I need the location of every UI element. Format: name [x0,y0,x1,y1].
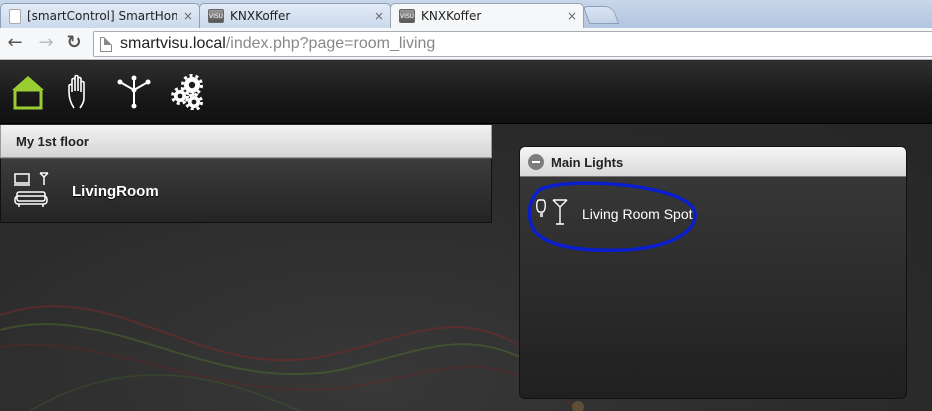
panel-header[interactable]: Main Lights [520,147,906,177]
app-content: My 1st floor LivingRoom Main Lights Livi… [0,125,932,411]
address-bar[interactable]: smartvisu.local/index.php?page=room_livi… [93,31,932,57]
home-icon[interactable] [10,74,46,110]
page-icon [100,37,112,52]
back-button[interactable]: ← [4,32,26,54]
document-icon [9,8,21,24]
tab-title: KNXKoffer [230,9,291,23]
tab-close-icon[interactable]: × [567,9,577,23]
reload-button[interactable]: ↻ [63,32,85,54]
panel-title: Main Lights [551,155,624,170]
tab-close-icon[interactable]: × [183,9,193,23]
collapse-icon[interactable] [528,154,544,170]
hand-icon[interactable] [64,74,100,110]
url-path: /index.php?page=room_living [225,35,436,52]
favicon-text: VISU [208,12,224,20]
floor-header: My 1st floor [0,125,492,158]
favicon-text: VISU [399,12,415,20]
url-host: smartvisu.local [120,35,226,52]
browser-tab-knxkoffer-1[interactable]: VISU KNXKoffer × [199,3,391,28]
room-name: LivingRoom [72,183,159,200]
smartvisu-icon: VISU [399,9,415,23]
url-text: smartvisu.local/index.php?page=room_livi… [120,35,435,53]
browser-tab-smartcontrol[interactable]: [smartControl] SmartHom × [0,3,200,28]
app-header [0,61,932,124]
browser-toolbar: ← → ↻ smartvisu.local/index.php?page=roo… [0,28,932,60]
blurred-taskbar-text [630,8,633,18]
room-list-item-livingroom[interactable]: LivingRoom [0,158,492,223]
gears-icon[interactable] [170,74,206,110]
annotation-circle [527,181,697,253]
living-room-icon [14,172,49,207]
browser-tab-knxkoffer-active[interactable]: VISU KNXKoffer × [390,3,584,28]
network-icon[interactable] [116,74,152,110]
browser-tab-strip: [smartControl] SmartHom × VISU KNXKoffer… [0,0,932,28]
forward-button[interactable]: → [35,32,57,54]
tab-close-icon[interactable]: × [374,9,384,23]
new-tab-button[interactable] [582,6,620,24]
smartvisu-icon: VISU [208,9,224,23]
tab-title: KNXKoffer [421,9,482,23]
tab-title: [smartControl] SmartHom [27,9,177,23]
